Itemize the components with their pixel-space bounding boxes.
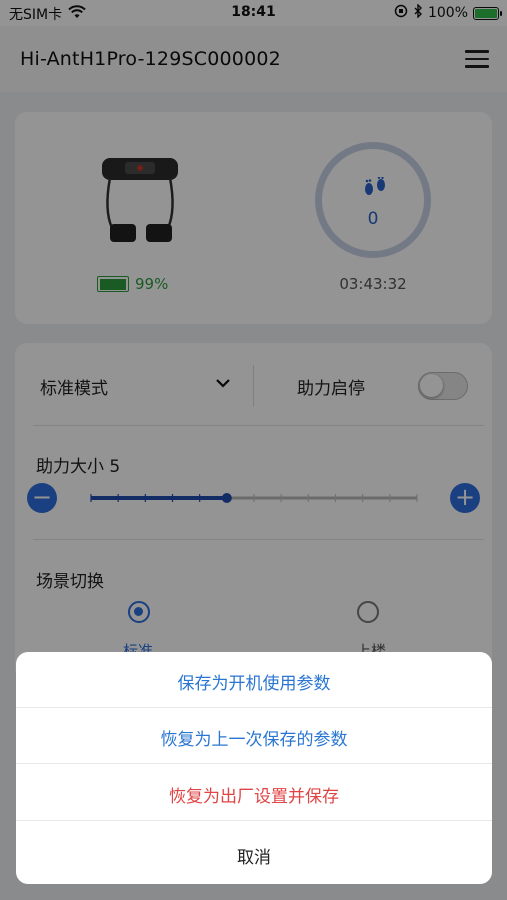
action-sheet: 保存为开机使用参数 恢复为上一次保存的参数 恢复为出厂设置并保存 取消	[16, 652, 492, 884]
divider	[16, 707, 492, 708]
save-as-startup-params-button[interactable]: 保存为开机使用参数	[16, 669, 492, 694]
divider	[16, 820, 492, 821]
restore-last-saved-button[interactable]: 恢复为上一次保存的参数	[16, 725, 492, 750]
restore-factory-settings-button[interactable]: 恢复为出厂设置并保存	[16, 782, 492, 807]
cancel-button[interactable]: 取消	[16, 843, 492, 868]
divider	[16, 763, 492, 764]
